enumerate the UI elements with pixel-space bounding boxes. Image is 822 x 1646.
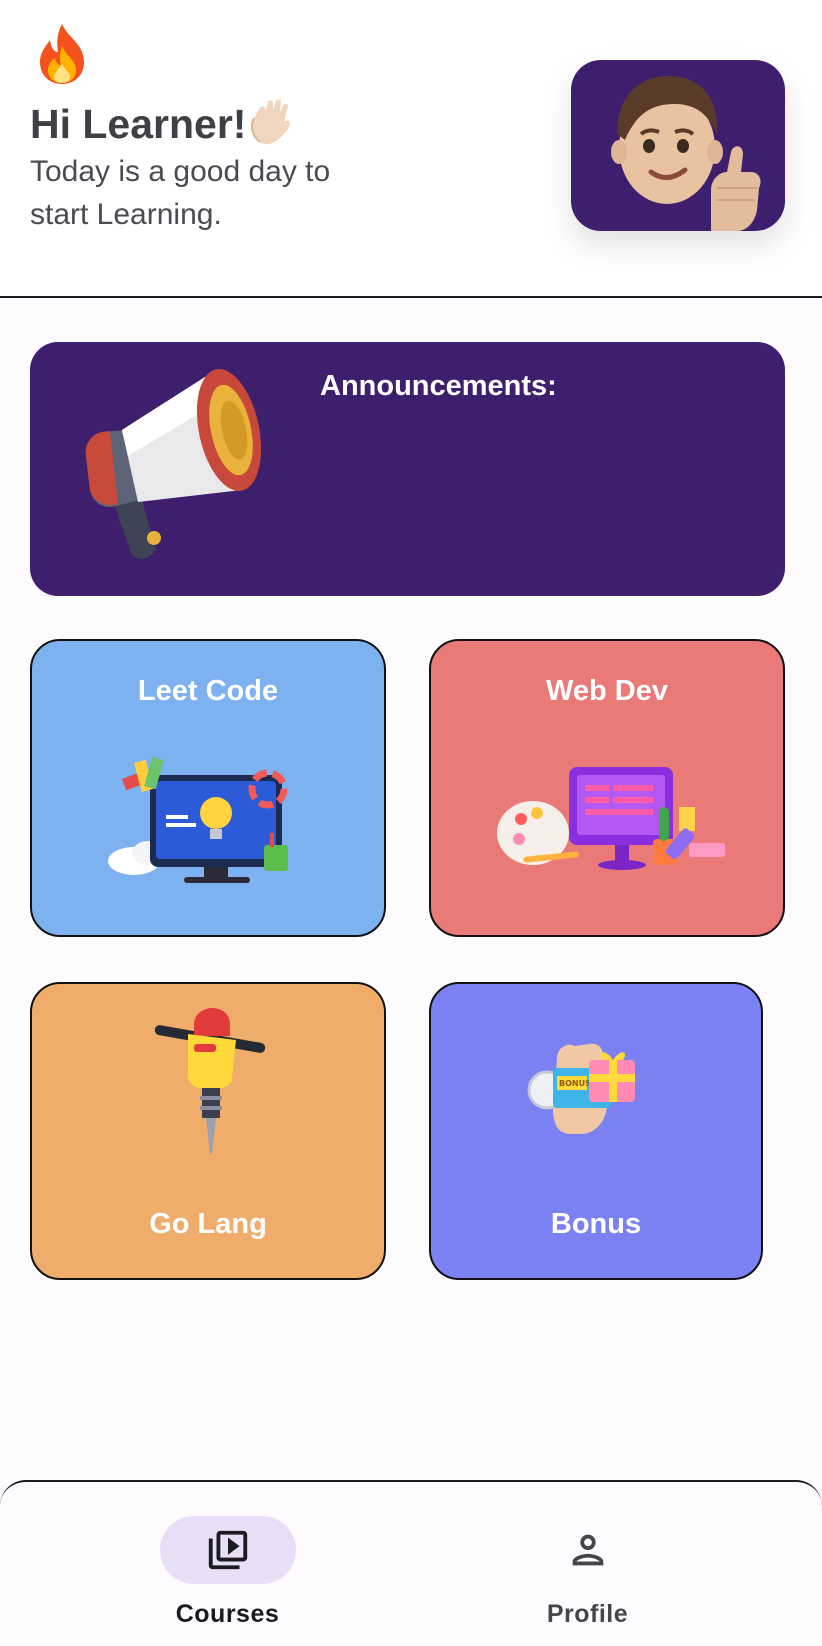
person-icon (572, 1534, 603, 1566)
announcements-banner[interactable]: Announcements: (30, 342, 785, 596)
course-card-go-lang[interactable]: Go Lang (30, 982, 386, 1280)
bonus-card-icon: BONUS (527, 1043, 635, 1134)
bottom-navigation: Courses Profile (0, 1480, 822, 1646)
nav-icon-container (520, 1516, 656, 1584)
course-card-web-dev[interactable]: Web Dev (429, 639, 785, 937)
nav-active-indicator (159, 1516, 296, 1584)
course-title: Leet Code (137, 675, 279, 707)
course-title: Web Dev (546, 675, 668, 707)
header: Hi Learner! Today is a good day to start… (0, 0, 822, 298)
greeting-text: Hi Learner! (30, 101, 247, 147)
course-card-leet-code[interactable]: Leet Code (30, 639, 386, 937)
greeting-heading: Hi Learner! (30, 96, 296, 148)
svg-text:BONUS: BONUS (559, 1079, 591, 1088)
web-dev-workspace-icon (497, 767, 725, 870)
greeting-subtitle: Today is a good day to start Learning. (30, 155, 331, 231)
video-library-icon (208, 1530, 247, 1570)
nav-label-courses: Courses (175, 1600, 280, 1628)
course-title: Go Lang (149, 1208, 267, 1240)
nav-item-profile[interactable]: Profile (382, 1482, 793, 1646)
jackhammer-icon (154, 1008, 266, 1154)
course-card-bonus[interactable]: BONUS Bonus (429, 982, 763, 1280)
memoji-avatar-icon (611, 76, 761, 231)
nav-label-profile: Profile (546, 1600, 629, 1628)
waving-hand-icon (251, 99, 291, 145)
design-monitor-icon (108, 757, 288, 883)
megaphone-icon (85, 369, 262, 559)
fire-icon (40, 24, 84, 84)
announcements-title: Announcements: (320, 370, 557, 402)
avatar[interactable] (571, 60, 785, 231)
nav-item-courses[interactable]: Courses (22, 1482, 433, 1646)
course-title: Bonus (550, 1208, 642, 1240)
